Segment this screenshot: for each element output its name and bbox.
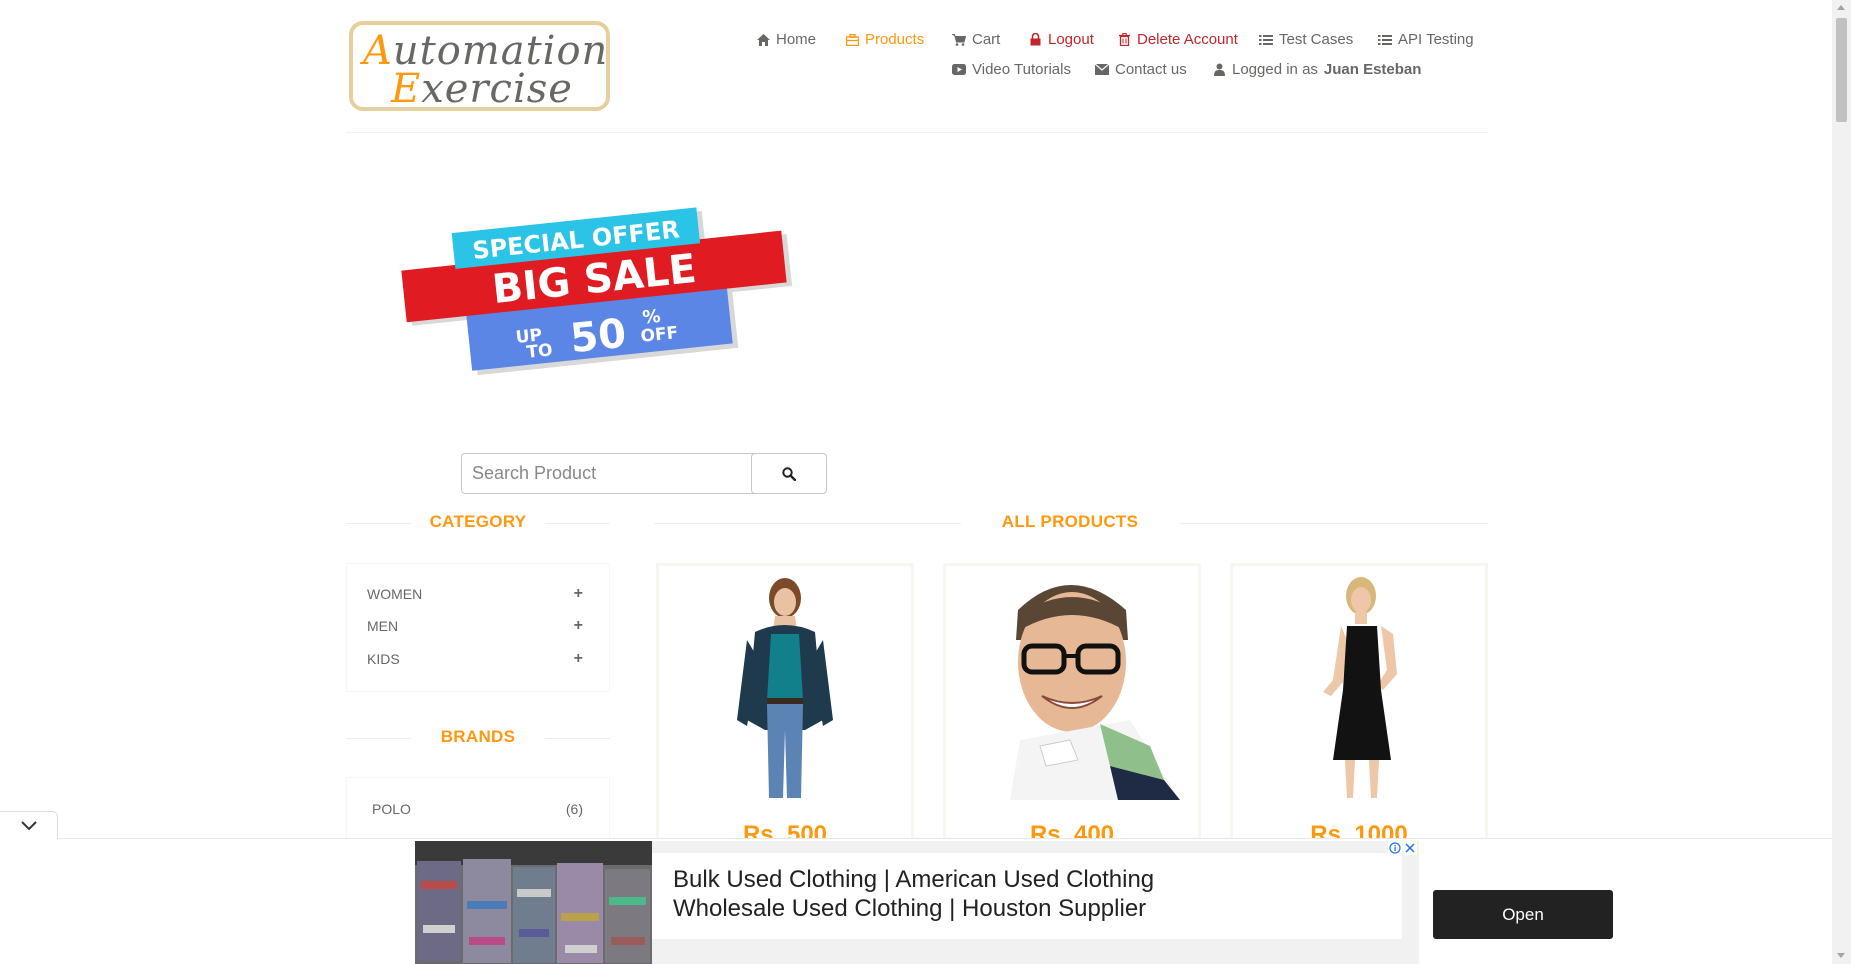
nav-cart-label: Cart [972,31,1001,48]
ad-headline-2[interactable]: Wholesale Used Clothing | Houston Suppli… [673,895,1146,923]
nav-delete-account[interactable]: Delete Account [1117,31,1238,48]
product-card[interactable]: Rs. 1000 [1230,563,1488,848]
category-panel: Women + Men + Kids + [346,563,610,692]
sale-banner: SPECIAL OFFER BIG SALE UP TO 50 % OFF [400,207,800,400]
cart-icon [952,33,966,47]
product-card[interactable]: Rs. 500 [656,563,914,848]
list-icon [1259,33,1273,47]
category-title-line-left [346,523,411,524]
scroll-up-arrow-icon[interactable] [1837,5,1845,10]
category-label: Kids [367,651,400,667]
header-divider [346,132,1488,133]
scroll-down-arrow-icon[interactable] [1837,953,1845,958]
lock-icon [1028,33,1042,47]
products-icon [845,33,859,47]
chevron-down-icon [20,820,37,831]
all-products-title: All Products [1001,512,1139,531]
ad-headline-1[interactable]: Bulk Used Clothing | American Used Cloth… [673,866,1154,894]
ad-text-panel[interactable]: Bulk Used Clothing | American Used Cloth… [652,853,1613,939]
nav-test-cases[interactable]: Test Cases [1259,31,1353,48]
ad-collapse-button[interactable] [0,811,58,839]
ad-info-icon[interactable] [1388,841,1402,855]
category-label: Men [367,618,399,634]
brand-count: (6) [565,801,583,817]
banner-amount-text: 50 [568,311,628,363]
brands-title-line-left [346,738,411,739]
user-icon [1212,63,1226,77]
brands-panel: Polo (6) [346,777,610,839]
nav-test-cases-label: Test Cases [1279,31,1354,48]
product-image[interactable] [663,570,907,800]
nav-home[interactable]: Home [756,31,816,48]
youtube-play-icon [952,63,966,77]
ad-open-button[interactable]: Open [1433,890,1613,939]
category-item-kids[interactable]: Kids + [347,649,609,669]
brands-title-line-right [545,738,610,739]
ad-banner: Bulk Used Clothing | American Used Cloth… [0,839,1832,964]
home-icon [756,33,770,47]
expand-plus-icon[interactable]: + [574,617,583,635]
logged-in-status: Logged in as Juan Esteban [1212,61,1421,78]
nav-contact-us[interactable]: Contact us [1095,61,1187,78]
product-image[interactable] [1237,570,1481,800]
nav-home-label: Home [776,31,817,48]
product-card[interactable]: Rs. 400 [943,563,1201,848]
trash-icon [1117,33,1131,47]
products-title-line-left [654,523,961,524]
category-title: Category [429,512,527,531]
main-nav: Home Products Cart Logout Delete Account… [0,0,1851,100]
products-title-line-right [1179,523,1488,524]
product-image[interactable] [950,570,1194,800]
ad-box[interactable]: Bulk Used Clothing | American Used Cloth… [415,841,1613,964]
scrollbar-thumb[interactable] [1836,18,1847,122]
nav-api-testing[interactable]: API Testing [1378,31,1474,48]
nav-contact-us-label: Contact us [1115,61,1187,78]
category-item-women[interactable]: Women + [347,584,609,604]
expand-plus-icon[interactable]: + [574,650,583,668]
page-scrollbar[interactable] [1832,0,1851,964]
expand-plus-icon[interactable]: + [574,585,583,603]
category-title-line-right [545,523,610,524]
ad-image[interactable] [415,841,652,964]
nav-video-tutorials[interactable]: Video Tutorials [952,61,1071,78]
brand-label: Polo [372,801,411,817]
ad-close-icon[interactable] [1403,841,1417,855]
logged-in-label: Logged in as [1232,61,1318,78]
nav-cart[interactable]: Cart [952,31,1000,48]
search-button[interactable] [751,453,827,494]
banner-off-text: OFF [640,323,680,347]
category-item-men[interactable]: Men + [347,616,609,636]
nav-logout[interactable]: Logout [1028,31,1094,48]
list-icon [1378,33,1392,47]
envelope-icon [1095,63,1109,77]
banner-to-text: TO [526,340,554,363]
brand-item-polo[interactable]: Polo (6) [347,799,609,819]
brands-title: Brands [440,727,516,746]
nav-delete-account-label: Delete Account [1137,31,1238,48]
logged-in-username: Juan Esteban [1323,61,1422,78]
nav-logout-label: Logout [1048,31,1094,48]
search-icon [782,466,796,481]
nav-api-testing-label: API Testing [1398,31,1474,48]
search-product-input[interactable] [461,453,754,494]
category-label: Women [367,586,423,602]
nav-products-label: Products [865,31,925,48]
nav-products[interactable]: Products [845,31,924,48]
nav-video-tutorials-label: Video Tutorials [972,61,1071,78]
